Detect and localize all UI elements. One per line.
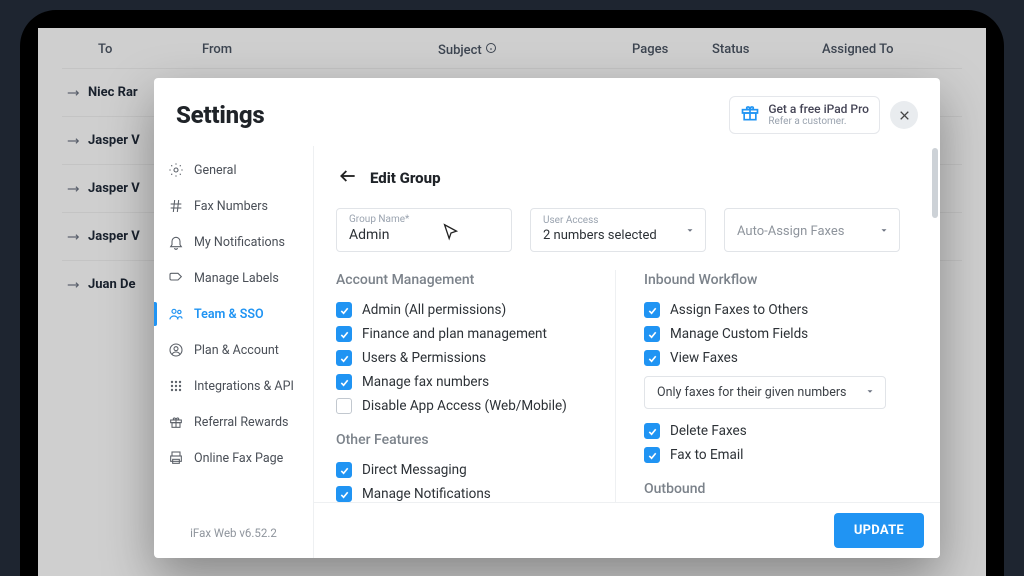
promo-banner[interactable]: Get a free iPad Pro Refer a customer. bbox=[729, 96, 880, 134]
sidebar-item-label: Manage Labels bbox=[194, 271, 279, 286]
sidebar-item-integrations[interactable]: Integrations & API bbox=[154, 368, 313, 404]
modal-body: General Fax Numbers My Notifications bbox=[154, 146, 940, 558]
modal-title: Settings bbox=[176, 101, 264, 129]
checkbox-custom-fields[interactable]: Manage Custom Fields bbox=[644, 322, 912, 346]
modal-footer: UPDATE bbox=[314, 502, 940, 558]
chevron-down-icon bbox=[879, 221, 889, 240]
sidebar-item-label: Plan & Account bbox=[194, 343, 279, 358]
user-access-select[interactable]: User Access 2 numbers selected bbox=[530, 208, 706, 252]
checkbox-dm[interactable]: Direct Messaging bbox=[336, 458, 599, 482]
modal-header: Settings Get a free iPad Pro Refer a cus… bbox=[154, 78, 940, 146]
checkbox-finance[interactable]: Finance and plan management bbox=[336, 322, 599, 346]
close-icon bbox=[898, 109, 911, 122]
tag-icon bbox=[168, 270, 184, 286]
select-value: Only faxes for their given numbers bbox=[657, 385, 847, 400]
scroll-thumb[interactable] bbox=[932, 148, 938, 218]
version-label: iFax Web v6.52.2 bbox=[154, 510, 313, 558]
sidebar-item-label: My Notifications bbox=[194, 235, 285, 250]
checkbox-icon bbox=[644, 350, 660, 366]
sidebar-item-label: Fax Numbers bbox=[194, 199, 268, 214]
form-row: Group Name* Admin User Access 2 numbers … bbox=[336, 208, 912, 252]
auto-assign-select[interactable]: Auto-Assign Faxes bbox=[724, 208, 900, 252]
promo-main: Get a free iPad Pro bbox=[768, 103, 869, 116]
checkbox-fax-email[interactable]: Fax to Email bbox=[644, 443, 912, 467]
chevron-down-icon bbox=[865, 385, 875, 400]
chevron-down-icon bbox=[685, 221, 695, 240]
group-name-field[interactable]: Group Name* Admin bbox=[336, 208, 512, 252]
section-title: Inbound Workflow bbox=[644, 272, 912, 288]
checkbox-view-faxes[interactable]: View Faxes bbox=[644, 346, 912, 370]
permissions-columns: Account Management Admin (All permission… bbox=[336, 270, 912, 502]
checkbox-disable-app[interactable]: Disable App Access (Web/Mobile) bbox=[336, 394, 599, 418]
checkbox-users-perms[interactable]: Users & Permissions bbox=[336, 346, 599, 370]
checkbox-notifications[interactable]: Manage Notifications bbox=[336, 482, 599, 502]
checkbox-icon bbox=[336, 302, 352, 318]
close-button[interactable] bbox=[890, 101, 918, 129]
promo-sub: Refer a customer. bbox=[768, 116, 869, 127]
checkbox-manage-fax[interactable]: Manage fax numbers bbox=[336, 370, 599, 394]
page-head: Edit Group bbox=[336, 164, 912, 192]
select-value: 2 numbers selected bbox=[543, 228, 693, 243]
sidebar-item-label: General bbox=[194, 163, 237, 178]
section-title: Other Features bbox=[336, 432, 599, 448]
checkbox-delete-faxes[interactable]: Delete Faxes bbox=[644, 419, 912, 443]
sidebar-item-label: Referral Rewards bbox=[194, 415, 288, 430]
device-frame: To From Subject Pages Status Assigned To… bbox=[0, 0, 1024, 576]
screen: To From Subject Pages Status Assigned To… bbox=[38, 28, 986, 576]
update-button[interactable]: UPDATE bbox=[834, 513, 924, 548]
sidebar-item-notifications[interactable]: My Notifications bbox=[154, 224, 313, 260]
permissions-right: Inbound Workflow Assign Faxes to Others … bbox=[616, 270, 912, 502]
checkbox-icon bbox=[336, 486, 352, 502]
back-button[interactable] bbox=[336, 164, 360, 192]
sidebar-item-label: Integrations & API bbox=[194, 379, 294, 394]
field-value: Admin bbox=[349, 227, 499, 243]
section-title: Outbound bbox=[644, 481, 912, 497]
page-title: Edit Group bbox=[370, 169, 441, 187]
printer-icon bbox=[168, 450, 184, 466]
gift-icon bbox=[168, 414, 184, 430]
checkbox-icon bbox=[336, 374, 352, 390]
section-title: Account Management bbox=[336, 272, 599, 288]
field-label: Group Name* bbox=[349, 215, 499, 225]
users-icon bbox=[168, 306, 184, 322]
sidebar-item-fax-numbers[interactable]: Fax Numbers bbox=[154, 188, 313, 224]
user-circle-icon bbox=[168, 342, 184, 358]
bell-icon bbox=[168, 234, 184, 250]
sidebar-item-label: Team & SSO bbox=[194, 307, 264, 322]
checkbox-icon bbox=[336, 462, 352, 478]
content-area: Edit Group Group Name* Admin User Access… bbox=[314, 146, 940, 558]
checkbox-icon bbox=[644, 302, 660, 318]
gear-icon bbox=[168, 162, 184, 178]
sidebar-item-plan-account[interactable]: Plan & Account bbox=[154, 332, 313, 368]
permissions-left: Account Management Admin (All permission… bbox=[336, 270, 616, 502]
sidebar-item-referral[interactable]: Referral Rewards bbox=[154, 404, 313, 440]
sidebar-item-general[interactable]: General bbox=[154, 152, 313, 188]
checkbox-icon bbox=[336, 350, 352, 366]
settings-sidebar: General Fax Numbers My Notifications bbox=[154, 146, 314, 558]
settings-modal: Settings Get a free iPad Pro Refer a cus… bbox=[154, 78, 940, 558]
sidebar-item-online-fax[interactable]: Online Fax Page bbox=[154, 440, 313, 476]
inbound-filter-select[interactable]: Only faxes for their given numbers bbox=[644, 376, 886, 409]
checkbox-assign-faxes[interactable]: Assign Faxes to Others bbox=[644, 298, 912, 322]
checkbox-icon bbox=[644, 447, 660, 463]
checkbox-icon bbox=[336, 398, 352, 414]
sidebar-item-team-sso[interactable]: Team & SSO bbox=[154, 296, 313, 332]
checkbox-icon bbox=[644, 423, 660, 439]
checkbox-icon bbox=[644, 326, 660, 342]
grid-icon bbox=[168, 378, 184, 394]
field-label: User Access bbox=[543, 216, 693, 226]
arrow-left-icon bbox=[338, 166, 358, 186]
device-bezel: To From Subject Pages Status Assigned To… bbox=[20, 10, 1004, 576]
sidebar-item-label: Online Fax Page bbox=[194, 451, 283, 466]
sidebar-item-labels[interactable]: Manage Labels bbox=[154, 260, 313, 296]
select-value: Auto-Assign Faxes bbox=[737, 224, 887, 239]
gift-icon bbox=[740, 103, 760, 127]
hash-icon bbox=[168, 198, 184, 214]
checkbox-admin[interactable]: Admin (All permissions) bbox=[336, 298, 599, 322]
checkbox-icon bbox=[336, 326, 352, 342]
scrollbar[interactable] bbox=[932, 148, 938, 498]
